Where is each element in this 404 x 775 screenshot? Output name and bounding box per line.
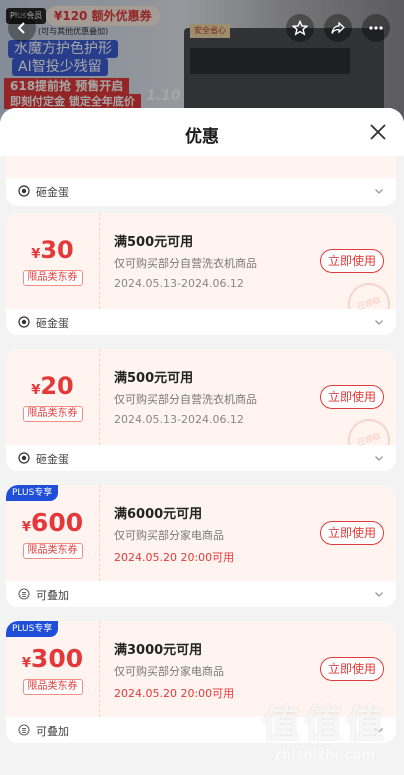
- favorite-button[interactable]: [286, 14, 314, 42]
- chevron-down-icon: [375, 320, 383, 325]
- coupon-scope: 仅可购买部分自营洗衣机商品: [114, 393, 257, 406]
- coupon-condition: 满500元可用: [114, 371, 194, 386]
- coupon-condition: 满3000元可用: [114, 643, 203, 658]
- coupon-validity: 2024.05.13-2024.06.12: [114, 413, 244, 426]
- coupon-validity: 2024.05.13-2024.06.12: [114, 277, 244, 290]
- star-icon: [292, 20, 308, 36]
- sheet-title: 优惠: [185, 127, 219, 147]
- coupon-card: ¥600 限品类东券 PLUS专享 满6000元可用 仅可购买部分家电商品 20…: [6, 485, 396, 607]
- coupon-card-partial: 砸金蛋: [6, 156, 396, 206]
- coupon-category-badge: 限品类东券: [22, 270, 83, 286]
- coupon-category-badge: 限品类东券: [22, 542, 83, 559]
- egg-icon: [18, 185, 30, 197]
- watermark-logo: 值值值: [261, 702, 388, 746]
- use-now-button[interactable]: 立即使用: [320, 385, 384, 409]
- coupon-value-area: ¥30 限品类东券: [6, 213, 100, 309]
- coupon-footer[interactable]: 砸金蛋: [6, 309, 396, 335]
- sheet-header: 优惠: [0, 108, 404, 156]
- plus-exclusive-badge: PLUS专享: [6, 621, 59, 637]
- coupon-sheet: 优惠 砸金蛋 ¥30 限品类东券 满500元可用 仅可购买部分自营洗衣机商品 2…: [0, 108, 404, 775]
- coupon-footer-label: 可叠加: [36, 589, 69, 602]
- coupon-card: ¥20 限品类东券 满500元可用 仅可购买部分自营洗衣机商品 2024.05.…: [6, 349, 396, 471]
- egg-icon: [18, 316, 30, 328]
- use-now-button[interactable]: 立即使用: [320, 521, 384, 545]
- coupon-body: ¥30 限品类东券 满500元可用 仅可购买部分自营洗衣机商品 2024.05.…: [6, 213, 396, 331]
- chevron-down-icon: [375, 189, 383, 194]
- coupon-footer[interactable]: 可叠加: [6, 581, 396, 607]
- share-icon: [331, 21, 345, 34]
- more-button[interactable]: [362, 14, 390, 42]
- egg-icon: [18, 452, 30, 464]
- coupon-footer-label: 砸金蛋: [36, 317, 69, 330]
- coupon-footer[interactable]: 砸金蛋: [6, 445, 396, 471]
- coupon-category-badge: 限品类东券: [22, 678, 83, 695]
- back-arrow-icon: [17, 22, 25, 34]
- coupon-amount: ¥20: [31, 372, 74, 400]
- coupon-card-partial-body: [6, 156, 396, 178]
- coupon-amount: ¥300: [21, 643, 84, 673]
- back-button[interactable]: [8, 14, 36, 42]
- site-watermark: 值值值 zhizhizhi.com: [262, 693, 388, 763]
- coupon-condition: 满500元可用: [114, 235, 194, 250]
- share-button[interactable]: [324, 14, 352, 42]
- product-banner: 安全省心 Plus会员 ¥120 额外优惠券 (可与其他优惠叠加) 水魔方护色护…: [0, 0, 404, 120]
- chevron-down-icon: [375, 456, 383, 461]
- close-icon[interactable]: [368, 122, 388, 142]
- coupon-condition: 满6000元可用: [114, 507, 203, 522]
- coupon-footer[interactable]: 砸金蛋: [6, 178, 396, 204]
- coupon-footer-label: 砸金蛋: [36, 186, 69, 199]
- coupon-validity: 2024.05.20 20:00可用: [114, 551, 235, 564]
- coupon-body: ¥600 限品类东券 PLUS专享 满6000元可用 仅可购买部分家电商品 20…: [6, 485, 396, 581]
- stack-icon: [18, 724, 30, 736]
- coupon-card: ¥30 限品类东券 满500元可用 仅可购买部分自营洗衣机商品 2024.05.…: [6, 213, 396, 335]
- coupon-value-area: ¥20 限品类东券: [6, 349, 100, 445]
- coupon-scope: 仅可购买部分家电商品: [114, 529, 224, 542]
- coupon-scope: 仅可购买部分家电商品: [114, 665, 224, 678]
- coupon-amount: ¥600: [21, 507, 84, 537]
- watermark-url: zhizhizhi.com: [274, 748, 376, 763]
- chevron-down-icon: [375, 592, 383, 597]
- coupon-amount: ¥30: [31, 236, 74, 264]
- coupon-scope: 仅可购买部分自营洗衣机商品: [114, 257, 257, 270]
- coupon-footer-label: 可叠加: [36, 725, 69, 738]
- stack-icon: [18, 588, 30, 600]
- use-now-button[interactable]: 立即使用: [320, 249, 384, 273]
- more-dots-icon: [369, 26, 383, 30]
- coupon-body: ¥20 限品类东券 满500元可用 仅可购买部分自营洗衣机商品 2024.05.…: [6, 349, 396, 467]
- plus-exclusive-badge: PLUS专享: [6, 485, 59, 501]
- coupon-list[interactable]: 砸金蛋 ¥30 限品类东券 满500元可用 仅可购买部分自营洗衣机商品 2024…: [0, 156, 404, 775]
- coupon-footer-label: 砸金蛋: [36, 453, 69, 466]
- coupon-validity: 2024.05.20 20:00可用: [114, 687, 235, 700]
- use-now-button[interactable]: 立即使用: [320, 657, 384, 681]
- coupon-category-badge: 限品类东券: [22, 406, 83, 422]
